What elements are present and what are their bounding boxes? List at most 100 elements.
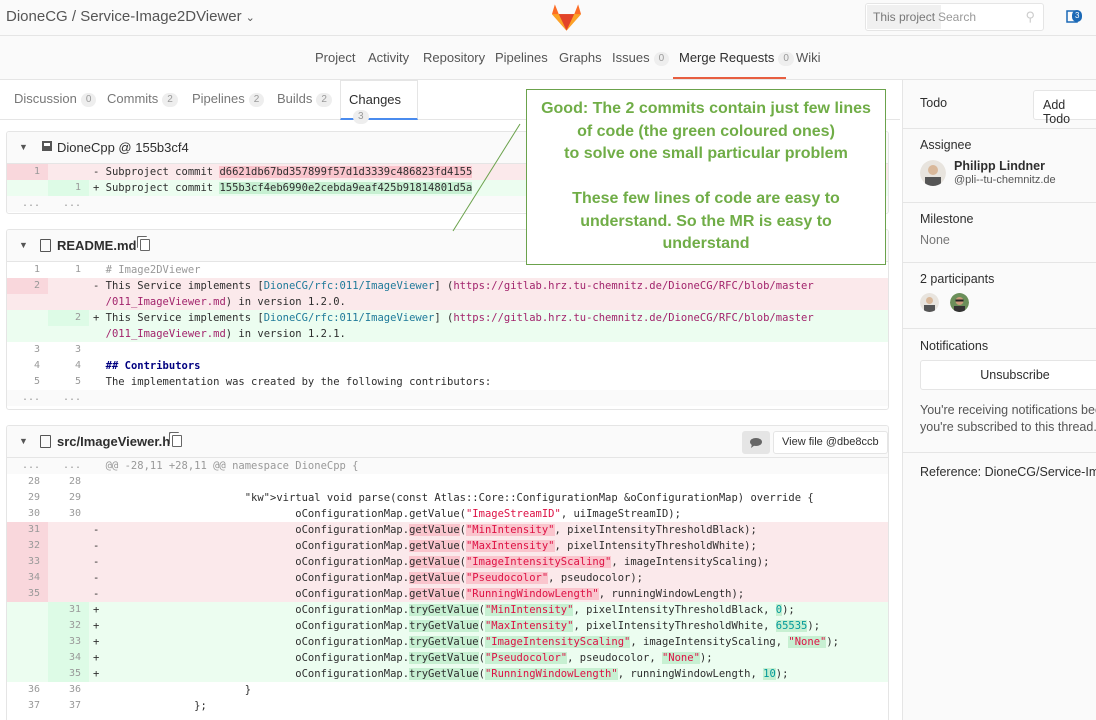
new-line-number[interactable]: 36: [48, 682, 89, 698]
line-code: + oConfigurationMap.tryGetValue("MaxInte…: [93, 620, 821, 632]
new-line-number[interactable]: 2: [48, 310, 89, 326]
search-box[interactable]: This project Search ⚲: [865, 3, 1044, 31]
notification-text: You're receiving notifications because: [920, 403, 1096, 417]
view-file-button[interactable]: View file @dbe8ccb: [773, 431, 888, 454]
copy-path-icon[interactable]: [140, 239, 150, 251]
copy-path-icon[interactable]: [172, 435, 182, 447]
toggle-comments-button[interactable]: [742, 431, 770, 454]
add-todo-button[interactable]: Add Todo: [1033, 90, 1096, 126]
new-line-number[interactable]: ...: [48, 458, 89, 474]
old-line-number[interactable]: 1: [7, 262, 48, 278]
project-breadcrumb[interactable]: DioneCG / Service-Image2DViewer ⌄: [6, 8, 255, 25]
active-nav-underline: [673, 77, 786, 79]
new-line-number[interactable]: 35: [48, 666, 89, 682]
new-line-number[interactable]: 30: [48, 506, 89, 522]
nav-repository[interactable]: Repository: [423, 50, 485, 65]
old-line-number[interactable]: 30: [7, 506, 48, 522]
nav-activity[interactable]: Activity: [368, 50, 409, 65]
collapse-caret-icon[interactable]: ▼: [19, 142, 28, 152]
diff-line: 33: [7, 342, 888, 358]
diff-line-fold[interactable]: ......: [7, 390, 888, 406]
search-input[interactable]: Search: [938, 10, 976, 24]
old-line-number[interactable]: 5: [7, 374, 48, 390]
chevron-down-icon[interactable]: ⌄: [246, 12, 255, 24]
search-scope-label[interactable]: This project: [867, 5, 942, 29]
old-line-number[interactable]: 4: [7, 358, 48, 374]
nav-issues[interactable]: Issues 0: [612, 50, 670, 66]
file-name[interactable]: DioneCpp @ 155b3cf4: [57, 140, 189, 155]
tab-builds[interactable]: Builds 2: [277, 91, 332, 107]
file-name[interactable]: src/ImageViewer.h: [57, 434, 170, 449]
file-name[interactable]: README.md: [57, 238, 136, 253]
nav-merge-requests[interactable]: Merge Requests 0: [679, 50, 794, 66]
collapse-caret-icon[interactable]: ▼: [19, 436, 28, 446]
nav-pipelines[interactable]: Pipelines: [495, 50, 548, 65]
old-line-number[interactable]: 31: [7, 522, 48, 538]
new-line-number[interactable]: 4: [48, 358, 89, 374]
line-code: + oConfigurationMap.tryGetValue("Pseudoc…: [93, 652, 713, 664]
reference-text[interactable]: Reference: DioneCG/Service-Ima...: [920, 465, 1096, 479]
new-line-number[interactable]: 28: [48, 474, 89, 490]
participant-avatar[interactable]: [920, 293, 939, 312]
assignee-avatar[interactable]: [920, 160, 946, 186]
tab-commits[interactable]: Commits 2: [107, 91, 178, 107]
fold-marker[interactable]: ...: [7, 196, 48, 212]
old-line-number[interactable]: 2: [7, 278, 48, 294]
new-line-number[interactable]: 31: [48, 602, 89, 618]
new-line-number[interactable]: 1: [48, 262, 89, 278]
divider: [903, 262, 1096, 263]
new-line-number[interactable]: 34: [48, 650, 89, 666]
old-line-number[interactable]: 34: [7, 570, 48, 586]
new-line-number[interactable]: 29: [48, 490, 89, 506]
new-line-number[interactable]: 3: [48, 342, 89, 358]
old-line-number[interactable]: 33: [7, 554, 48, 570]
diff-file-header[interactable]: ▼ src/ImageViewer.h View file @dbe8ccb: [7, 426, 888, 458]
diff-line-fold[interactable]: ...... @@ -28,11 +28,11 @@ namespace Dio…: [7, 458, 888, 474]
old-line-number[interactable]: 28: [7, 474, 48, 490]
right-sidebar: Todo Add Todo Assignee Philipp Lindner @…: [902, 80, 1096, 720]
new-line-number[interactable]: 1: [48, 180, 89, 196]
old-line-number[interactable]: 37: [7, 698, 48, 714]
old-line-number[interactable]: 32: [7, 538, 48, 554]
tab-count: 2: [316, 92, 332, 107]
old-line-number[interactable]: 36: [7, 682, 48, 698]
callout-line: These few lines of code are easy to: [572, 190, 840, 207]
participants-label: 2 participants: [920, 272, 995, 286]
tab-pipelines[interactable]: Pipelines 2: [192, 91, 265, 107]
nav-wiki[interactable]: Wiki: [796, 50, 821, 65]
diff-line: 30 30 oConfigurationMap.getValue("ImageSt…: [7, 506, 888, 522]
nav-graphs[interactable]: Graphs: [559, 50, 602, 65]
new-line-number[interactable]: 33: [48, 634, 89, 650]
assignee-name[interactable]: Philipp Lindner: [954, 159, 1045, 173]
todo-count-badge[interactable]: 3: [1072, 10, 1083, 22]
commit-hash-old: d6621db67bd357899f57d1d3339c486823fd4155: [219, 166, 473, 178]
diff-line-removed: 2 - This Service implements [DioneCG/rfc:…: [7, 278, 888, 294]
tab-changes[interactable]: Changes 3: [340, 80, 418, 124]
line-code: - oConfigurationMap.getValue("ImageInten…: [93, 556, 770, 568]
project-path[interactable]: DioneCG / Service-Image2DViewer: [6, 8, 242, 25]
callout-line: Good: The 2 commits contain just few lin…: [541, 100, 871, 117]
collapse-caret-icon[interactable]: ▼: [19, 240, 28, 250]
line-code: + oConfigurationMap.tryGetValue("Running…: [93, 668, 789, 680]
unsubscribe-button[interactable]: Unsubscribe: [920, 360, 1096, 390]
old-line-number[interactable]: 3: [7, 342, 48, 358]
participant-avatar[interactable]: [950, 293, 969, 312]
old-line-number[interactable]: ...: [7, 458, 48, 474]
old-line-number[interactable]: 35: [7, 586, 48, 602]
new-line-number[interactable]: 37: [48, 698, 89, 714]
new-line-number[interactable]: 32: [48, 618, 89, 634]
new-line-number[interactable]: ...: [48, 390, 89, 406]
old-line-number[interactable]: 1: [7, 164, 48, 180]
nav-project[interactable]: Project: [315, 50, 355, 65]
tab-discussion[interactable]: Discussion 0: [14, 91, 97, 107]
project-nav: Project Activity Repository Pipelines Gr…: [0, 36, 1096, 104]
new-line-number[interactable]: 5: [48, 374, 89, 390]
diff-line-added: /011_ImageViewer.md) in version 1.2.1.: [7, 326, 888, 342]
fold-marker[interactable]: ...: [48, 196, 89, 212]
divider: [903, 128, 1096, 129]
old-line-number[interactable]: ...: [7, 390, 48, 406]
old-line-number[interactable]: 29: [7, 490, 48, 506]
diff-line-removed: /011_ImageViewer.md) in version 1.2.0.: [7, 294, 888, 310]
diff-line-removed: 33 - oConfigurationMap.getValue("ImageInt…: [7, 554, 888, 570]
gitlab-logo[interactable]: [551, 2, 582, 32]
